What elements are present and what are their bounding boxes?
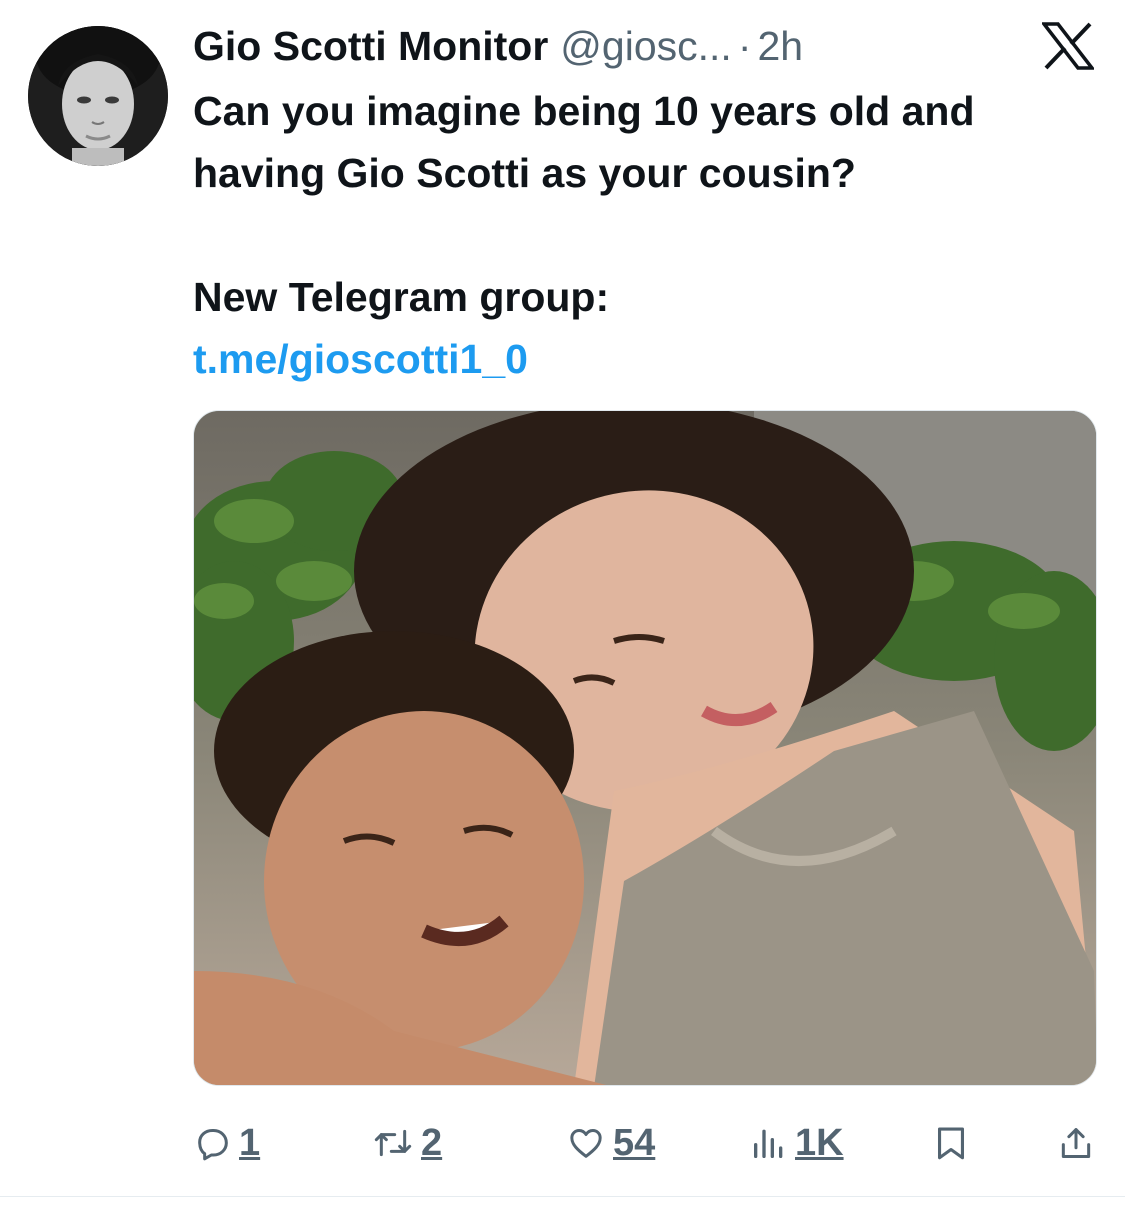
views-icon <box>754 1129 783 1158</box>
telegram-link[interactable]: t.me/gioscotti1_0 <box>193 336 528 382</box>
bookmark-button[interactable] <box>933 1118 969 1168</box>
author-handle[interactable]: @giosc... <box>560 18 732 74</box>
separator-dot: · <box>737 23 752 69</box>
tweet-body-line: Can you imagine being 10 years old and h… <box>193 88 975 196</box>
tweet-timestamp[interactable]: 2h <box>757 18 803 74</box>
photo-icon <box>194 411 1096 1085</box>
repost-count: 2 <box>421 1122 443 1164</box>
like-count: 54 <box>613 1122 656 1164</box>
reply-button[interactable]: 1 <box>193 1118 260 1168</box>
share-icon <box>1061 1128 1091 1158</box>
tweet-body-line-2: New Telegram group: <box>193 274 610 320</box>
reply-icon <box>198 1129 228 1161</box>
tweet-action-bar: 1 2 54 1K <box>193 1118 1097 1168</box>
avatar[interactable] <box>28 26 168 166</box>
views-button[interactable]: 1K <box>749 1118 844 1168</box>
x-logo-icon[interactable] <box>1040 22 1096 70</box>
repost-button[interactable]: 2 <box>371 1118 442 1168</box>
bottom-divider <box>0 1196 1125 1197</box>
author-name[interactable]: Gio Scotti Monitor <box>193 18 548 74</box>
share-button[interactable] <box>1057 1118 1095 1168</box>
tweet-media[interactable] <box>193 410 1097 1086</box>
profile-photo-icon <box>28 26 168 166</box>
views-count: 1K <box>795 1122 844 1164</box>
like-icon <box>570 1129 602 1158</box>
like-button[interactable]: 54 <box>565 1118 655 1168</box>
reply-count: 1 <box>239 1122 261 1164</box>
tweet-text: Can you imagine being 10 years old and h… <box>193 80 1093 390</box>
repost-icon <box>374 1129 412 1157</box>
bookmark-icon <box>937 1127 965 1160</box>
tweet-header: Gio Scotti Monitor @giosc... · 2h <box>193 18 803 74</box>
